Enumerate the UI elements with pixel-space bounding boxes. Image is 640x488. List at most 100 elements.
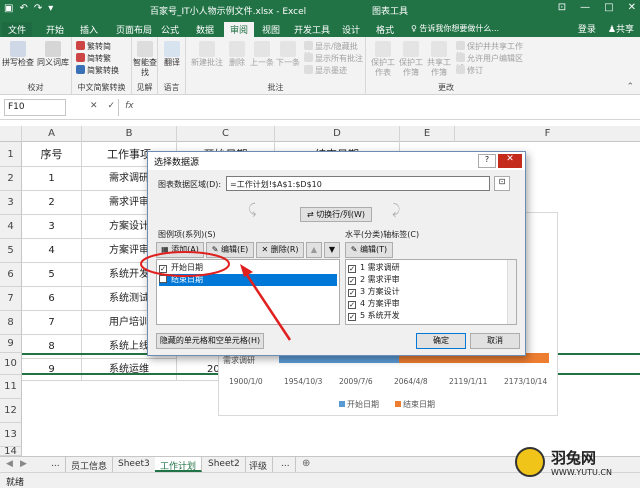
sheet-tab-more-right[interactable]: ...: [276, 457, 296, 472]
maximize-button[interactable]: □: [604, 2, 613, 13]
axis-item[interactable]: ✓ 1 需求调研: [348, 262, 400, 274]
row-header[interactable]: 8: [0, 311, 22, 335]
row-header[interactable]: 12: [0, 399, 22, 423]
login-link[interactable]: 登录: [578, 22, 596, 35]
sheet-tab-more[interactable]: ...: [46, 457, 66, 472]
cancel-icon[interactable]: ✕: [90, 101, 98, 111]
add-sheet-icon[interactable]: ⊕: [302, 458, 310, 469]
range-collapse-icon[interactable]: ⊡: [494, 176, 510, 191]
sheet-nav-prev-icon[interactable]: ◀: [6, 459, 13, 469]
cell-seq[interactable]: 1: [22, 167, 82, 191]
column-header-a[interactable]: A: [22, 126, 82, 142]
trad-to-simp-button[interactable]: 繁转简: [76, 41, 111, 52]
column-header-f[interactable]: F: [455, 126, 640, 142]
convert-button[interactable]: 简繁转换: [76, 65, 119, 76]
share-button[interactable]: ♟共享: [608, 22, 634, 35]
remove-series-button[interactable]: ✕ 删除(R): [256, 242, 304, 258]
save-icon[interactable]: ▣: [4, 3, 13, 14]
show-all-comments-button[interactable]: 显示所有批注: [304, 53, 363, 64]
tab-insert[interactable]: 插入: [74, 22, 104, 37]
hidden-empty-cells-button[interactable]: 隐藏的单元格和空单元格(H): [156, 333, 264, 349]
add-series-button[interactable]: ▦ 添加(A): [156, 242, 204, 258]
cell-seq[interactable]: 2: [22, 191, 82, 215]
column-header-c[interactable]: C: [177, 126, 275, 142]
tab-format[interactable]: 格式: [370, 22, 400, 37]
row-header[interactable]: 11: [0, 375, 22, 399]
axis-item[interactable]: ✓ 5 系统开发: [348, 310, 400, 322]
tab-file[interactable]: 文件: [2, 22, 33, 37]
column-header-b[interactable]: B: [82, 126, 177, 142]
protect-sheet-button[interactable]: 保护工作表: [370, 41, 396, 78]
series-item-start[interactable]: ✓ 开始日期: [159, 262, 337, 274]
row-header[interactable]: 9: [0, 335, 22, 353]
new-comment-button[interactable]: 新建批注: [190, 41, 224, 68]
row-header[interactable]: 5: [0, 239, 22, 263]
tab-formulas[interactable]: 公式: [155, 22, 185, 37]
translate-button[interactable]: 翻译: [160, 41, 184, 68]
row-header[interactable]: 14: [0, 447, 22, 457]
tab-developer[interactable]: 开发工具: [288, 22, 336, 37]
chart-range-input[interactable]: =工作计划!$A$1:$D$10: [226, 176, 490, 191]
cancel-button[interactable]: 取消: [470, 333, 520, 349]
row-header[interactable]: 4: [0, 215, 22, 239]
axis-item[interactable]: ✓ 4 方案评审: [348, 298, 400, 310]
collapse-ribbon-icon[interactable]: ⌃: [626, 82, 634, 92]
track-changes-button[interactable]: 修订: [456, 65, 483, 76]
minimize-button[interactable]: —: [580, 2, 590, 13]
row-header[interactable]: 10: [0, 353, 22, 375]
simp-to-trad-button[interactable]: 简转繁: [76, 53, 111, 64]
select-all-corner[interactable]: [0, 126, 22, 142]
series-checkbox[interactable]: ✓: [159, 265, 167, 273]
undo-icon[interactable]: ↶: [19, 3, 27, 14]
series-checkbox[interactable]: [159, 275, 167, 283]
edit-axis-button[interactable]: ✎ 编辑(T): [345, 242, 393, 258]
protect-workbook-button[interactable]: 保护工作簿: [398, 41, 424, 78]
cell-seq[interactable]: 6: [22, 287, 82, 311]
axis-checkbox[interactable]: ✓: [348, 289, 356, 297]
confirm-icon[interactable]: ✓: [108, 101, 116, 111]
tab-view[interactable]: 视图: [256, 22, 286, 37]
formula-input[interactable]: [118, 99, 636, 116]
axis-checkbox[interactable]: ✓: [348, 277, 356, 285]
ok-button[interactable]: 确定: [416, 333, 466, 349]
sheet-tab-sheet3[interactable]: Sheet3: [113, 457, 156, 472]
show-ink-button[interactable]: 显示墨迹: [304, 65, 347, 76]
next-comment-button[interactable]: 下一条: [276, 41, 300, 68]
prev-comment-button[interactable]: 上一条: [250, 41, 274, 68]
axis-list-scrollbar[interactable]: [507, 260, 516, 324]
header-cell-seq[interactable]: 序号: [22, 142, 82, 167]
dialog-help-button[interactable]: ?: [478, 154, 496, 168]
series-item-end[interactable]: 结束日期: [159, 274, 337, 286]
row-header[interactable]: 1: [0, 142, 22, 167]
sheet-tab-sheet2[interactable]: Sheet2: [203, 457, 246, 472]
cell-seq[interactable]: 3: [22, 215, 82, 239]
cell-seq[interactable]: 7: [22, 311, 82, 335]
column-header-d[interactable]: D: [275, 126, 400, 142]
tab-review[interactable]: 审阅: [224, 22, 255, 37]
move-up-button[interactable]: ▲: [306, 242, 322, 258]
column-header-e[interactable]: E: [400, 126, 455, 142]
axis-item[interactable]: ✓ 3 方案设计: [348, 286, 400, 298]
dialog-close-button[interactable]: ✕: [498, 154, 522, 168]
cell-seq[interactable]: 5: [22, 263, 82, 287]
thesaurus-button[interactable]: 同义词库: [36, 41, 70, 68]
axis-checkbox[interactable]: ✓: [348, 313, 356, 321]
sheet-tab-rating[interactable]: 评级: [244, 457, 274, 472]
axis-checkbox[interactable]: ✓: [348, 265, 356, 273]
smart-lookup-button[interactable]: 智能查找: [133, 41, 157, 78]
tab-data[interactable]: 数据: [190, 22, 220, 37]
close-button[interactable]: ✕: [628, 2, 636, 13]
row-header[interactable]: 6: [0, 263, 22, 287]
customize-icon[interactable]: ▾: [48, 3, 53, 14]
spell-check-button[interactable]: 拼写检查: [2, 41, 34, 68]
axis-item[interactable]: ✓ 2 需求评审: [348, 274, 400, 286]
tab-page-layout[interactable]: 页面布局: [110, 22, 158, 37]
tab-home[interactable]: 开始: [40, 22, 70, 37]
share-workbook-button[interactable]: 共享工作簿: [426, 41, 452, 78]
row-header[interactable]: 13: [0, 423, 22, 447]
edit-series-button[interactable]: ✎ 编辑(E): [206, 242, 254, 258]
sheet-tab-plan[interactable]: 工作计划: [155, 457, 203, 472]
cell-seq[interactable]: 4: [22, 239, 82, 263]
tab-design[interactable]: 设计: [336, 22, 366, 37]
ribbon-display-icon[interactable]: ⊡: [558, 2, 566, 13]
